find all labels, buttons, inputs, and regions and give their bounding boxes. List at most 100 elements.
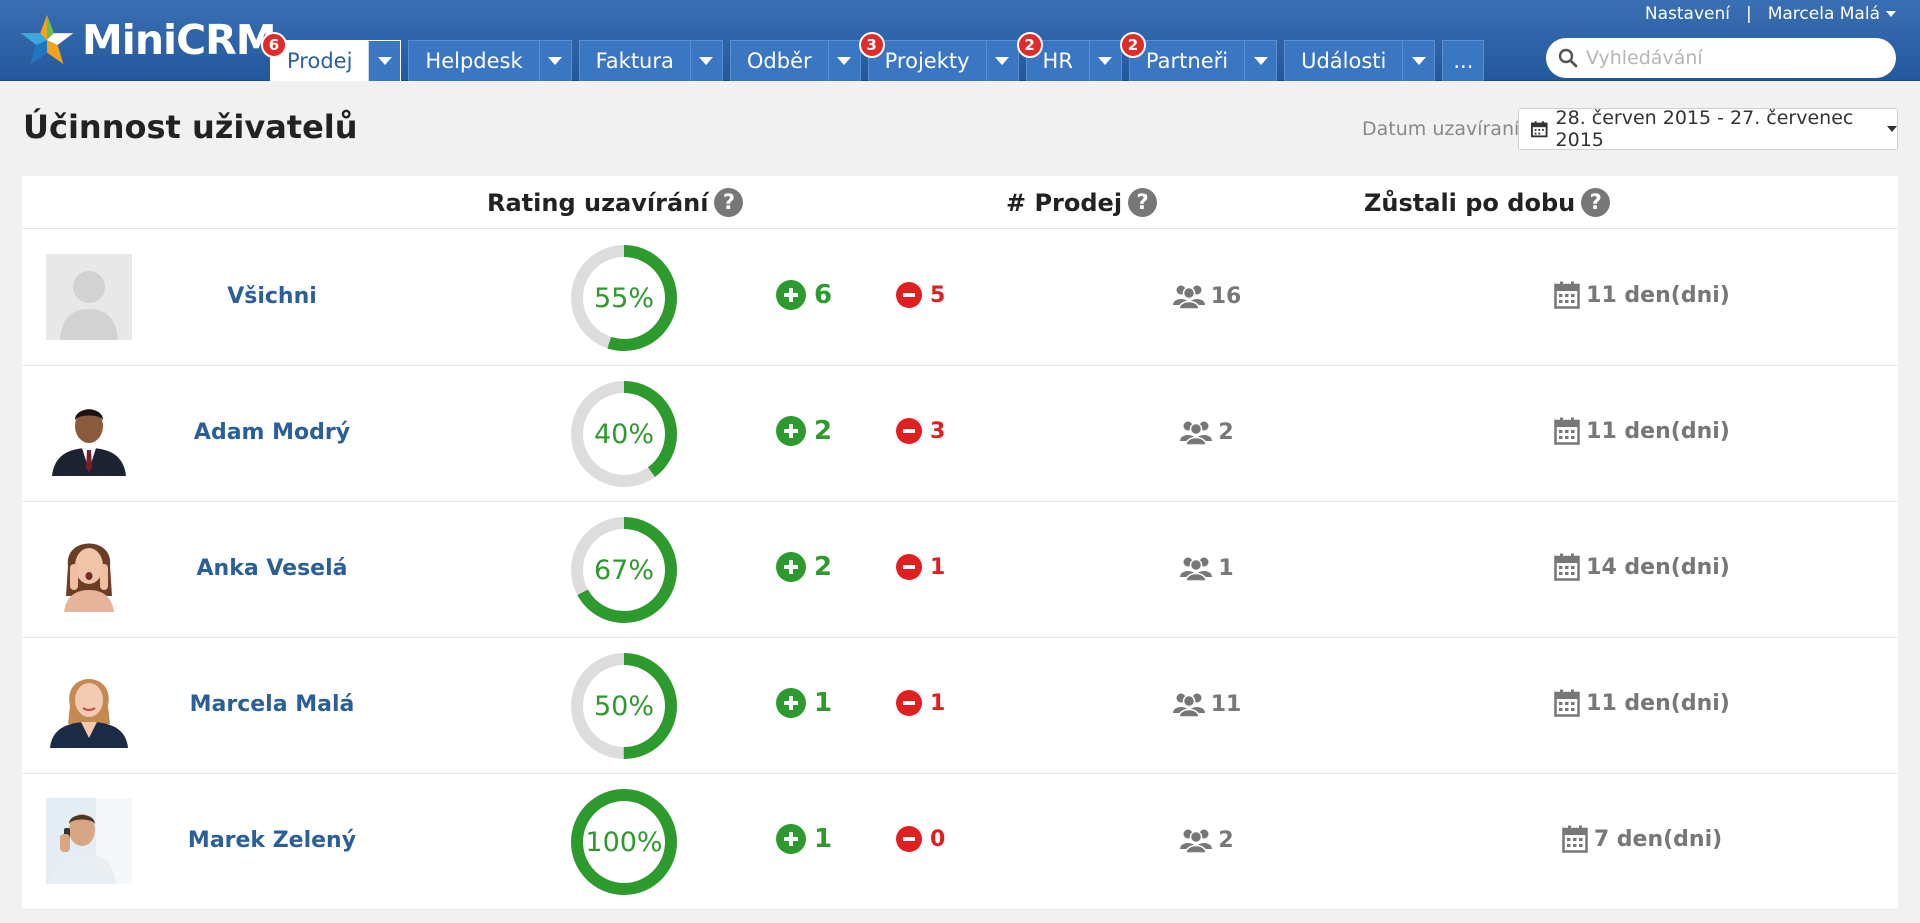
won-count: 6 xyxy=(814,280,833,310)
tab-odber[interactable]: Odběr xyxy=(729,40,861,81)
duration-value: 14 den(dni) xyxy=(1586,554,1730,580)
tab-faktura[interactable]: Faktura xyxy=(578,40,723,81)
tab-dropdown-toggle[interactable] xyxy=(1244,41,1276,81)
column-header-deals: # Prodej ? xyxy=(1006,188,1158,217)
won-count: 1 xyxy=(814,824,833,854)
users-icon xyxy=(1172,285,1205,309)
user-name-link[interactable]: Všichni xyxy=(152,284,392,309)
minus-circle-icon xyxy=(896,690,922,716)
tab-label[interactable]: Události xyxy=(1285,41,1402,81)
table-row: Anka Veselá 67% 2 1 1 14 den(dni) xyxy=(22,502,1898,638)
user-name-link[interactable]: Anka Veselá xyxy=(152,556,392,581)
duration: 11 den(dni) xyxy=(1522,689,1762,717)
date-range-value: 28. červen 2015 - 27. červenec 2015 xyxy=(1555,107,1854,151)
won-deals: 2 xyxy=(776,416,832,446)
avatar-photo xyxy=(46,662,132,748)
user-name-link[interactable]: Marcela Malá xyxy=(152,692,392,717)
user-name-link[interactable]: Adam Modrý xyxy=(152,420,392,445)
app-logo[interactable]: MiniCRM xyxy=(18,12,277,68)
date-range-picker[interactable]: 28. červen 2015 - 27. červenec 2015 xyxy=(1518,107,1898,151)
date-filter-label: Datum uzavíraní: xyxy=(1362,118,1526,140)
lost-deals: 5 xyxy=(896,282,945,308)
tab-udalosti[interactable]: Události xyxy=(1284,40,1436,81)
duration: 14 den(dni) xyxy=(1522,553,1762,581)
tab-dropdown-toggle[interactable] xyxy=(827,41,860,81)
tab-dropdown-toggle[interactable] xyxy=(1088,41,1121,81)
tab-helpdesk[interactable]: Helpdesk xyxy=(408,40,572,81)
closing-rating-donut: 50% xyxy=(571,653,677,759)
plus-circle-icon xyxy=(776,552,806,582)
tab-label[interactable]: Faktura xyxy=(580,41,690,81)
deals-value: 2 xyxy=(1218,827,1234,853)
minus-circle-icon xyxy=(896,826,922,852)
search-box[interactable] xyxy=(1546,38,1896,78)
tab-label[interactable]: ... xyxy=(1443,41,1483,81)
avatar xyxy=(46,662,132,748)
duration-value: 11 den(dni) xyxy=(1586,282,1730,308)
search-input[interactable] xyxy=(1586,47,1876,69)
tab-label[interactable]: Projekty xyxy=(869,41,986,81)
tab-hr[interactable]: 2 HR xyxy=(1016,32,1122,81)
tab-more[interactable]: ... xyxy=(1442,40,1485,81)
caret-down-icon xyxy=(1886,11,1896,17)
chevron-down-icon xyxy=(548,57,563,65)
column-header-duration: Zůstali po dobu ? xyxy=(1364,188,1611,217)
rating-percent: 100% xyxy=(585,827,662,858)
lost-count: 5 xyxy=(930,282,946,308)
deals-count: 1 xyxy=(1142,555,1272,581)
tab-label[interactable]: Helpdesk xyxy=(409,41,538,81)
app-name: MiniCRM xyxy=(82,16,277,64)
rating-percent: 40% xyxy=(594,419,654,450)
help-icon[interactable]: ? xyxy=(714,188,744,217)
tab-dropdown-toggle[interactable] xyxy=(1402,41,1434,81)
tab-projekty[interactable]: 3 Projekty xyxy=(858,32,1019,81)
calendar-icon xyxy=(1554,417,1580,445)
lost-count: 3 xyxy=(930,418,946,444)
won-count: 2 xyxy=(814,552,833,582)
deals-count: 2 xyxy=(1142,419,1272,445)
tab-partneri[interactable]: 2 Partneři xyxy=(1119,32,1278,81)
tab-label[interactable]: Partneři xyxy=(1130,41,1244,81)
tab-dropdown-toggle[interactable] xyxy=(538,41,571,81)
tab-dropdown-toggle[interactable] xyxy=(985,41,1018,81)
top-navbar: MiniCRM 6 Prodej Helpdesk Faktura Odběr … xyxy=(0,0,1920,81)
lost-deals: 0 xyxy=(896,826,945,852)
users-icon xyxy=(1180,557,1213,581)
rating-percent: 50% xyxy=(594,691,654,722)
duration-value: 11 den(dni) xyxy=(1586,418,1730,444)
lost-count: 1 xyxy=(930,554,946,580)
chevron-down-icon xyxy=(995,57,1010,65)
minus-circle-icon xyxy=(896,282,922,308)
plus-circle-icon xyxy=(776,688,806,718)
tab-label[interactable]: Odběr xyxy=(731,41,828,81)
tab-dropdown-toggle[interactable] xyxy=(368,41,401,81)
tab-dropdown-toggle[interactable] xyxy=(689,41,722,81)
users-icon xyxy=(1180,421,1213,445)
user-name-link[interactable]: Marek Zelený xyxy=(152,828,392,853)
avatar-placeholder-icon xyxy=(46,254,132,340)
lost-deals: 3 xyxy=(896,418,945,444)
rating-percent: 55% xyxy=(594,283,654,314)
help-icon[interactable]: ? xyxy=(1581,188,1611,217)
user-links: Nastavení | Marcela Malá xyxy=(1645,4,1896,24)
notification-badge: 3 xyxy=(858,32,885,58)
chevron-down-icon xyxy=(699,57,714,65)
settings-link[interactable]: Nastavení xyxy=(1645,4,1730,24)
duration: 11 den(dni) xyxy=(1522,417,1762,445)
chevron-down-icon xyxy=(1253,57,1268,65)
column-header-label: # Prodej xyxy=(1006,188,1123,217)
user-menu-label: Marcela Malá xyxy=(1767,4,1880,24)
minus-circle-icon xyxy=(896,418,922,444)
calendar-icon xyxy=(1531,121,1548,138)
tab-prodej[interactable]: 6 Prodej xyxy=(261,32,402,81)
avatar xyxy=(46,526,132,612)
help-icon[interactable]: ? xyxy=(1128,188,1158,217)
deals-count: 16 xyxy=(1142,283,1272,309)
duration: 11 den(dni) xyxy=(1522,281,1762,309)
column-header-label: Rating uzavírání xyxy=(487,188,709,217)
deals-value: 16 xyxy=(1210,283,1242,309)
module-tabs: 6 Prodej Helpdesk Faktura Odběr 3 Projek… xyxy=(261,32,1491,81)
user-menu[interactable]: Marcela Malá xyxy=(1768,4,1896,24)
chevron-down-icon xyxy=(837,57,852,65)
users-icon xyxy=(1172,693,1205,717)
